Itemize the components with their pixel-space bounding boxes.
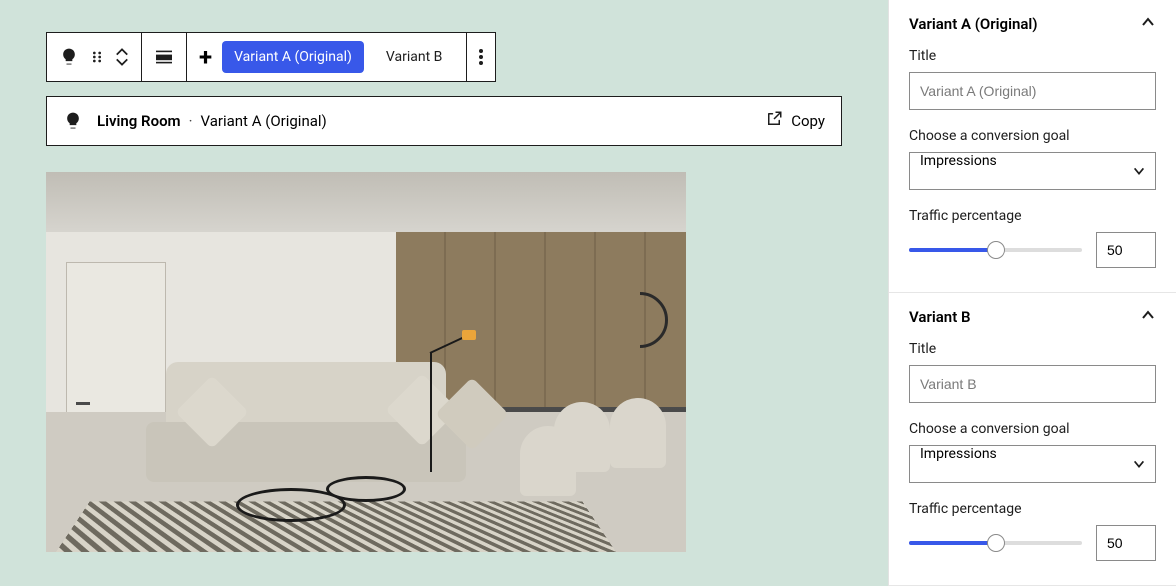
goal-select[interactable]: Impressions bbox=[909, 152, 1156, 190]
block-name: Living Room bbox=[97, 112, 181, 130]
variant-tab-a[interactable]: Variant A (Original) bbox=[222, 41, 364, 73]
drag-handle-icon[interactable] bbox=[89, 49, 105, 65]
title-input[interactable] bbox=[909, 72, 1156, 110]
panel-variant-b: Variant B Title Choose a conversion goal… bbox=[889, 293, 1176, 586]
traffic-slider[interactable] bbox=[909, 248, 1082, 252]
copy-button[interactable]: Copy bbox=[765, 110, 825, 132]
goal-select[interactable]: Impressions bbox=[909, 445, 1156, 483]
breadcrumb-text: Living Room · Variant A (Original) bbox=[97, 112, 327, 130]
copy-label: Copy bbox=[791, 112, 825, 130]
goal-label: Choose a conversion goal bbox=[909, 128, 1156, 144]
canvas-area: + Variant A (Original) Variant B Living … bbox=[0, 0, 888, 586]
bulb-icon[interactable] bbox=[59, 47, 79, 67]
bulb-icon bbox=[63, 111, 83, 131]
add-icon[interactable]: + bbox=[199, 43, 212, 71]
export-icon bbox=[765, 110, 783, 132]
slider-thumb[interactable] bbox=[987, 534, 1005, 552]
traffic-value-input[interactable] bbox=[1096, 525, 1156, 561]
panel-header-variant-a[interactable]: Variant A (Original) bbox=[909, 14, 1156, 34]
move-up-down[interactable] bbox=[115, 47, 129, 67]
goal-label: Choose a conversion goal bbox=[909, 421, 1156, 437]
panel-title: Variant B bbox=[909, 308, 970, 326]
slider-thumb[interactable] bbox=[987, 241, 1005, 259]
breadcrumb-variant: Variant A (Original) bbox=[201, 112, 327, 130]
panel-variant-a: Variant A (Original) Title Choose a conv… bbox=[889, 0, 1176, 293]
preview-image bbox=[46, 172, 686, 552]
traffic-label: Traffic percentage bbox=[909, 208, 1156, 224]
more-options-icon[interactable] bbox=[479, 49, 483, 65]
traffic-slider[interactable] bbox=[909, 541, 1082, 545]
title-label: Title bbox=[909, 341, 1156, 357]
align-icon[interactable] bbox=[154, 49, 174, 65]
settings-sidebar: Variant A (Original) Title Choose a conv… bbox=[888, 0, 1176, 586]
variant-tab-b[interactable]: Variant B bbox=[374, 41, 455, 73]
chevron-up-icon bbox=[1140, 307, 1156, 327]
block-toolbar: + Variant A (Original) Variant B bbox=[46, 32, 496, 82]
traffic-value-input[interactable] bbox=[1096, 232, 1156, 268]
panel-title: Variant A (Original) bbox=[909, 15, 1038, 33]
breadcrumb-bar: Living Room · Variant A (Original) Copy bbox=[46, 96, 842, 146]
title-label: Title bbox=[909, 48, 1156, 64]
panel-header-variant-b[interactable]: Variant B bbox=[909, 307, 1156, 327]
traffic-label: Traffic percentage bbox=[909, 501, 1156, 517]
title-input[interactable] bbox=[909, 365, 1156, 403]
chevron-up-icon bbox=[1140, 14, 1156, 34]
